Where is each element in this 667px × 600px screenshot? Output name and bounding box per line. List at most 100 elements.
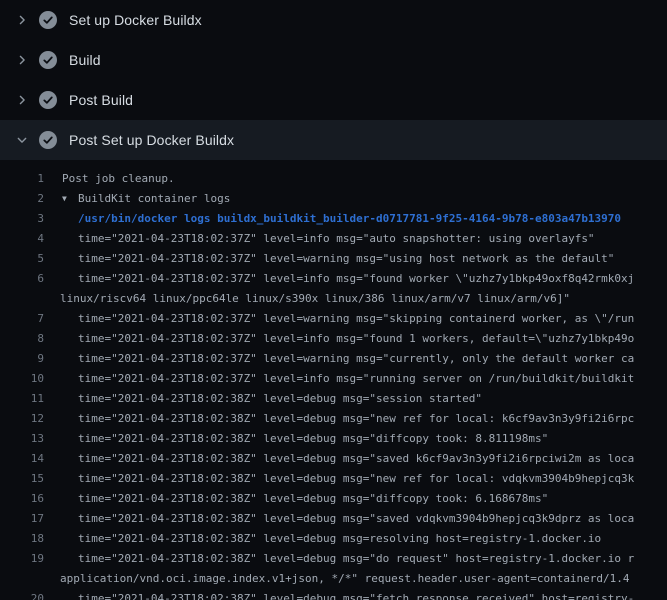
log-line[interactable]: 8 time="2021-04-23T18:02:37Z" level=info… [0,329,667,349]
log-line-number[interactable]: 7 [0,309,44,329]
log-line-content: time="2021-04-23T18:02:38Z" level=debug … [78,469,634,489]
log-line-number[interactable]: 3 [0,209,44,229]
check-circle-icon [39,11,57,29]
log-line[interactable]: 9 time="2021-04-23T18:02:37Z" level=warn… [0,349,667,369]
log-text: /usr/bin/docker logs buildx_buildkit_bui… [78,212,621,225]
log-line[interactable]: linux/riscv64 linux/ppc64le linux/s390x … [0,289,667,309]
log-line-number[interactable]: 8 [0,329,44,349]
log-line-content: time="2021-04-23T18:02:38Z" level=debug … [78,589,634,600]
chevron-down-icon[interactable] [14,132,30,148]
log-line-number[interactable]: 9 [0,349,44,369]
log-line-content: time="2021-04-23T18:02:38Z" level=debug … [78,429,548,449]
log-line-number[interactable]: 20 [0,589,44,600]
log-line-content: time="2021-04-23T18:02:38Z" level=debug … [78,549,634,569]
log-line[interactable]: 19 time="2021-04-23T18:02:38Z" level=deb… [0,549,667,569]
check-circle-icon [39,91,57,109]
step-title: Post Set up Docker Buildx [69,132,234,148]
log-text: time="2021-04-23T18:02:38Z" level=debug … [78,552,634,565]
log-line[interactable]: 18 time="2021-04-23T18:02:38Z" level=deb… [0,529,667,549]
log-line-content: time="2021-04-23T18:02:37Z" level=info m… [78,269,634,289]
log-text: time="2021-04-23T18:02:38Z" level=debug … [78,592,634,600]
log-text: time="2021-04-23T18:02:37Z" level=warnin… [78,352,634,365]
log-line[interactable]: 5 time="2021-04-23T18:02:37Z" level=warn… [0,249,667,269]
log-line-number[interactable] [0,569,44,589]
log-line-content: time="2021-04-23T18:02:37Z" level=warnin… [78,309,634,329]
log-line[interactable]: 3 /usr/bin/docker logs buildx_buildkit_b… [0,209,667,229]
log-line-content: /usr/bin/docker logs buildx_buildkit_bui… [78,209,621,229]
check-circle-icon [39,131,57,149]
log-line-number[interactable]: 5 [0,249,44,269]
log-line-number[interactable]: 6 [0,269,44,289]
step-title: Post Build [69,92,133,108]
log-text: Post job cleanup. [62,172,175,185]
log-text: time="2021-04-23T18:02:37Z" level=warnin… [78,252,614,265]
log-group-toggle-icon[interactable]: ▼ [62,189,78,209]
log-line-content: application/vnd.oci.image.index.v1+json,… [60,569,630,589]
log-line-number[interactable]: 4 [0,229,44,249]
log-line-content: time="2021-04-23T18:02:38Z" level=debug … [78,389,482,409]
log-line[interactable]: 2 ▼BuildKit container logs [0,189,667,209]
log-line-number[interactable]: 10 [0,369,44,389]
log-line[interactable]: 20 time="2021-04-23T18:02:38Z" level=deb… [0,589,667,600]
job-steps-list: Set up Docker Buildx Build P [0,0,667,160]
log-text: linux/riscv64 linux/ppc64le linux/s390x … [60,292,570,305]
log-line-number[interactable]: 17 [0,509,44,529]
step-header[interactable]: Post Set up Docker Buildx [0,120,667,160]
log-line-content: time="2021-04-23T18:02:38Z" level=debug … [78,489,548,509]
chevron-right-icon[interactable] [14,12,30,28]
log-line[interactable]: 16 time="2021-04-23T18:02:38Z" level=deb… [0,489,667,509]
log-line-number[interactable]: 2 [0,189,44,209]
chevron-right-icon[interactable] [14,92,30,108]
step-header[interactable]: Set up Docker Buildx [0,0,667,40]
log-line-number[interactable]: 11 [0,389,44,409]
log-line[interactable]: 14 time="2021-04-23T18:02:38Z" level=deb… [0,449,667,469]
log-line-number[interactable]: 15 [0,469,44,489]
log-line[interactable]: 13 time="2021-04-23T18:02:38Z" level=deb… [0,429,667,449]
log-line-content: time="2021-04-23T18:02:38Z" level=debug … [78,509,634,529]
check-circle-icon [39,51,57,69]
log-line[interactable]: 12 time="2021-04-23T18:02:38Z" level=deb… [0,409,667,429]
log-line-content: ▼BuildKit container logs [62,189,230,209]
log-line-number[interactable]: 12 [0,409,44,429]
log-text: time="2021-04-23T18:02:38Z" level=debug … [78,412,634,425]
log-line-content: time="2021-04-23T18:02:37Z" level=warnin… [78,349,634,369]
log-line[interactable]: 15 time="2021-04-23T18:02:38Z" level=deb… [0,469,667,489]
log-line-content: linux/riscv64 linux/ppc64le linux/s390x … [60,289,570,309]
log-line[interactable]: 6 time="2021-04-23T18:02:37Z" level=info… [0,269,667,289]
log-line-number[interactable]: 18 [0,529,44,549]
log-line[interactable]: 17 time="2021-04-23T18:02:38Z" level=deb… [0,509,667,529]
log-line-number[interactable]: 19 [0,549,44,569]
step-header[interactable]: Post Build [0,80,667,120]
log-line-content: time="2021-04-23T18:02:37Z" level=info m… [78,369,634,389]
log-line-content: time="2021-04-23T18:02:37Z" level=info m… [78,229,595,249]
log-line-number[interactable]: 13 [0,429,44,449]
workflow-log-panel: Set up Docker Buildx Build P [0,0,667,600]
step-title: Set up Docker Buildx [69,12,202,28]
log-line[interactable]: 1 Post job cleanup. [0,169,667,189]
log-text: time="2021-04-23T18:02:38Z" level=debug … [78,532,601,545]
log-text: time="2021-04-23T18:02:37Z" level=warnin… [78,312,634,325]
log-line[interactable]: 7 time="2021-04-23T18:02:37Z" level=warn… [0,309,667,329]
log-line-content: time="2021-04-23T18:02:38Z" level=debug … [78,529,601,549]
chevron-right-icon[interactable] [14,52,30,68]
log-text: time="2021-04-23T18:02:38Z" level=debug … [78,432,548,445]
log-text: time="2021-04-23T18:02:38Z" level=debug … [78,492,548,505]
log-text: BuildKit container logs [78,192,230,205]
log-text: time="2021-04-23T18:02:38Z" level=debug … [78,392,482,405]
log-line-content: time="2021-04-23T18:02:38Z" level=debug … [78,449,634,469]
log-line-content: time="2021-04-23T18:02:37Z" level=info m… [78,329,634,349]
log-text: time="2021-04-23T18:02:37Z" level=info m… [78,272,634,285]
log-line-content: Post job cleanup. [62,169,175,189]
log-line-content: time="2021-04-23T18:02:38Z" level=debug … [78,409,634,429]
log-line[interactable]: application/vnd.oci.image.index.v1+json,… [0,569,667,589]
log-line[interactable]: 4 time="2021-04-23T18:02:37Z" level=info… [0,229,667,249]
log-text: application/vnd.oci.image.index.v1+json,… [60,572,630,585]
log-line-number[interactable] [0,289,44,309]
log-line[interactable]: 11 time="2021-04-23T18:02:38Z" level=deb… [0,389,667,409]
step-header[interactable]: Build [0,40,667,80]
log-line-number[interactable]: 14 [0,449,44,469]
log-text: time="2021-04-23T18:02:37Z" level=info m… [78,372,634,385]
log-line-number[interactable]: 1 [0,169,44,189]
log-line-number[interactable]: 16 [0,489,44,509]
log-line[interactable]: 10 time="2021-04-23T18:02:37Z" level=inf… [0,369,667,389]
